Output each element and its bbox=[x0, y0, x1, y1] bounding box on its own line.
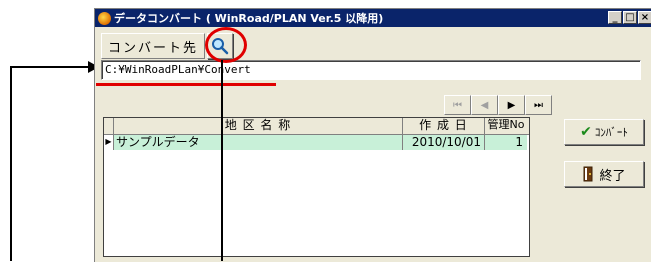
convert-path-field[interactable]: C:¥WinRoadPLan¥Convert bbox=[101, 60, 641, 80]
annotation-underline bbox=[96, 83, 276, 86]
convert-button-label: ｺﾝﾊﾞｰﾄ bbox=[594, 126, 628, 139]
column-header-no[interactable]: 管理No bbox=[485, 118, 527, 134]
table-row[interactable]: ▶ サンプルデータ 2010/10/01 1 bbox=[104, 135, 529, 150]
checkmark-icon: ✔ bbox=[580, 124, 592, 140]
grid-header: 地 区 名 称 作 成 日 管理No bbox=[104, 118, 529, 135]
next-icon: ▶ bbox=[507, 99, 516, 111]
annotation-circle bbox=[205, 27, 247, 63]
convert-window: データコンバート ( WinRoad/PLAN Ver.5 以降用) _ □ ×… bbox=[94, 8, 651, 262]
nav-first-button[interactable]: ⏮ bbox=[444, 95, 471, 115]
annotation-line-center-vertical bbox=[221, 60, 223, 261]
convert-dest-label: コンバート先 bbox=[101, 33, 205, 59]
window-controls: _ □ × bbox=[607, 11, 651, 24]
annotation-line-left-horizontal bbox=[10, 66, 90, 68]
nav-last-button[interactable]: ⏭ bbox=[525, 95, 552, 115]
exit-button-label: 終了 bbox=[599, 168, 626, 184]
title-bar: データコンバート ( WinRoad/PLAN Ver.5 以降用) _ □ × bbox=[95, 9, 651, 27]
column-header-date[interactable]: 作 成 日 bbox=[403, 118, 485, 134]
exit-door-icon bbox=[583, 166, 593, 182]
nav-next-button[interactable]: ▶ bbox=[498, 95, 525, 115]
header-indicator-cell bbox=[104, 118, 114, 134]
nav-prev-button[interactable]: ◀ bbox=[471, 95, 498, 115]
row-date-cell[interactable]: 2010/10/01 bbox=[403, 135, 485, 150]
record-navigator: ⏮ ◀ ▶ ⏭ bbox=[444, 95, 552, 115]
last-icon: ⏭ bbox=[534, 99, 543, 111]
minimize-button[interactable]: _ bbox=[608, 11, 622, 24]
app-icon bbox=[98, 11, 111, 25]
window-title: データコンバート ( WinRoad/PLAN Ver.5 以降用) bbox=[114, 12, 384, 25]
row-no-cell[interactable]: 1 bbox=[485, 135, 527, 150]
annotation-line-left-vertical bbox=[10, 66, 12, 261]
column-header-name[interactable]: 地 区 名 称 bbox=[114, 118, 403, 134]
row-indicator: ▶ bbox=[104, 135, 114, 150]
district-grid[interactable]: 地 区 名 称 作 成 日 管理No ▶ サンプルデータ 2010/10/01 … bbox=[103, 117, 530, 257]
row-name-cell[interactable]: サンプルデータ bbox=[114, 135, 403, 150]
exit-button[interactable]: 終了 bbox=[564, 161, 644, 187]
maximize-button[interactable]: □ bbox=[623, 11, 637, 24]
close-button[interactable]: × bbox=[638, 11, 651, 24]
prev-icon: ◀ bbox=[480, 99, 489, 111]
convert-button[interactable]: ✔ ｺﾝﾊﾞｰﾄ bbox=[564, 119, 644, 145]
first-icon: ⏮ bbox=[453, 99, 462, 111]
